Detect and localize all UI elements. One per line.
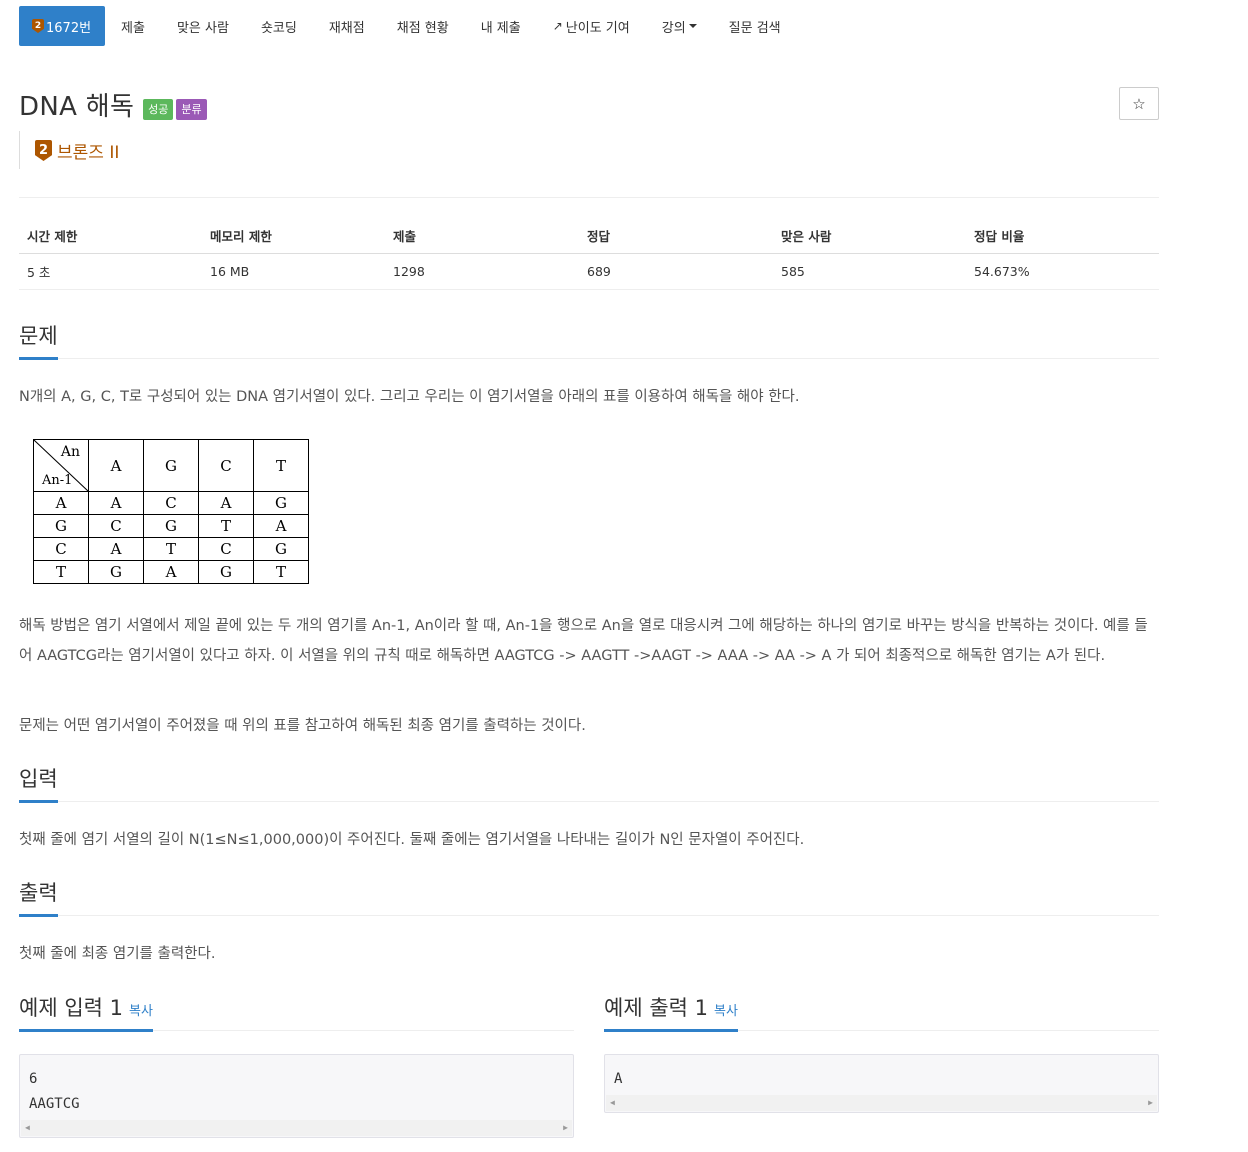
table-cell: C — [143, 491, 199, 515]
tab-problem-label: 1672번 — [46, 20, 92, 36]
category-label[interactable]: 분류 — [176, 99, 207, 120]
tab-lectures[interactable]: 강의 — [646, 6, 713, 46]
row-header: A — [33, 491, 89, 515]
tab-lectures-label: 강의 — [661, 20, 686, 36]
table-cell: G — [198, 560, 254, 584]
stats-header: 제출 — [385, 218, 579, 254]
table-cell: A — [198, 491, 254, 515]
sample-input-line: AAGTCG — [29, 1096, 80, 1112]
dna-decoding-table: An An-1 A G C T A A C A G G C G T A C A … — [33, 439, 309, 584]
tab-difficulty-contribution[interactable]: ↗ 난이도 기여 — [537, 6, 646, 46]
scroll-left-icon[interactable]: ◀ — [25, 1123, 30, 1132]
row-header: C — [33, 537, 89, 561]
bronze-tier-icon: 2 — [32, 19, 44, 33]
copy-sample-output-button[interactable]: 복사 — [714, 1004, 738, 1019]
sample-output-header: 예제 출력 1 복사 — [604, 992, 1159, 1032]
tab-submit[interactable]: 제출 — [105, 6, 161, 46]
table-cell: A — [88, 491, 144, 515]
table-cell: T — [143, 537, 199, 561]
table-cell: G — [88, 560, 144, 584]
problem-task: 문제는 어떤 염기서열이 주어졌을 때 위의 표를 참고하여 해독된 최종 염기… — [19, 718, 586, 734]
column-header: G — [143, 439, 199, 492]
table-cell: C — [88, 514, 144, 538]
sample-input-box[interactable]: 6 AAGTCG ◀ ▶ — [19, 1054, 574, 1138]
table-corner-cell: An An-1 — [33, 439, 89, 492]
table-cell: G — [253, 537, 309, 561]
problem-title-row: DNA 해독 성공 분류 — [19, 86, 207, 123]
stats-value: 585 — [773, 253, 966, 290]
scroll-right-icon[interactable]: ▶ — [563, 1123, 568, 1132]
bronze-tier-icon: 2 — [35, 140, 52, 161]
tab-short-coding[interactable]: 숏코딩 — [245, 6, 313, 46]
table-cell: G — [253, 491, 309, 515]
sample-output-box[interactable]: A ◀ ▶ — [604, 1054, 1159, 1113]
success-label: 성공 — [143, 99, 174, 120]
problem-description: 해독 방법은 염기 서열에서 제일 끝에 있는 두 개의 염기를 An-1, A… — [19, 618, 1148, 664]
sample-input-header: 예제 입력 1 복사 — [19, 992, 574, 1032]
stats-header: 맞은 사람 — [773, 218, 966, 254]
table-cell: C — [198, 537, 254, 561]
output-description: 첫째 줄에 최종 염기를 출력한다. — [19, 946, 216, 962]
sample-input-title-text: 예제 입력 1 — [19, 996, 123, 1020]
stats-value: 1298 — [385, 253, 579, 290]
problem-stats-table: 시간 제한 메모리 제한 제출 정답 맞은 사람 정답 비율 5 초 16 MB… — [19, 218, 1159, 290]
horizontal-scrollbar[interactable]: ◀ ▶ — [21, 1120, 572, 1136]
corner-label-an: An — [60, 444, 80, 460]
stats-header: 시간 제한 — [19, 218, 202, 254]
stats-value: 5 초 — [19, 253, 202, 290]
stats-value: 689 — [579, 253, 773, 290]
problem-intro: N개의 A, G, C, T로 구성되어 있는 DNA 염기서열이 있다. 그리… — [19, 389, 800, 405]
section-title: 입력 — [19, 763, 58, 803]
table-cell: T — [198, 514, 254, 538]
horizontal-scrollbar[interactable]: ◀ ▶ — [606, 1095, 1157, 1111]
sample-input-content: 6 AAGTCG — [20, 1055, 573, 1117]
stats-header: 메모리 제한 — [202, 218, 385, 254]
chevron-down-icon — [688, 24, 697, 28]
section-title: 출력 — [19, 877, 58, 917]
tab-difficulty-label: 난이도 기여 — [565, 20, 630, 36]
tier-block: 2 브론즈 II — [19, 131, 119, 169]
column-header: T — [253, 439, 309, 492]
external-link-icon: ↗ — [552, 19, 563, 33]
corner-label-an-1: An-1 — [42, 473, 73, 488]
tab-status[interactable]: 채점 현황 — [381, 6, 465, 46]
scroll-right-icon[interactable]: ▶ — [1148, 1098, 1153, 1107]
problem-nav: 2 1672번 제출 맞은 사람 숏코딩 재채점 채점 현황 내 제출 ↗ 난이… — [19, 6, 797, 46]
sample-output-content: A — [605, 1055, 1158, 1092]
stats-header: 정답 — [579, 218, 773, 254]
scroll-left-icon[interactable]: ◀ — [610, 1098, 615, 1107]
tab-question-search[interactable]: 질문 검색 — [713, 6, 797, 46]
sample-input-title: 예제 입력 1 복사 — [19, 992, 153, 1032]
table-cell: G — [143, 514, 199, 538]
table-cell: A — [253, 514, 309, 538]
table-cell: A — [88, 537, 144, 561]
input-section-header: 입력 — [19, 763, 1159, 803]
table-cell: T — [253, 560, 309, 584]
sample-input-line: 6 — [29, 1071, 38, 1087]
tab-rejudge[interactable]: 재채점 — [313, 6, 381, 46]
problem-section-header: 문제 — [19, 320, 1159, 360]
sample-output-title: 예제 출력 1 복사 — [604, 992, 738, 1032]
copy-sample-input-button[interactable]: 복사 — [129, 1004, 153, 1019]
sample-output-title-text: 예제 출력 1 — [604, 996, 708, 1020]
row-header: T — [33, 560, 89, 584]
tab-problem[interactable]: 2 1672번 — [19, 6, 106, 46]
stats-header: 정답 비율 — [966, 218, 1159, 254]
table-cell: A — [143, 560, 199, 584]
column-header: C — [198, 439, 254, 492]
tab-my-submissions[interactable]: 내 제출 — [465, 6, 537, 46]
favorite-star-button[interactable]: ☆ — [1119, 87, 1159, 120]
input-description: 첫째 줄에 염기 서열의 길이 N(1≤N≤1,000,000)이 주어진다. … — [19, 832, 805, 848]
stats-value: 54.673% — [966, 253, 1159, 290]
section-title: 문제 — [19, 320, 58, 360]
sample-output-line: A — [614, 1071, 623, 1087]
divider — [19, 197, 1159, 198]
column-header: A — [88, 439, 144, 492]
stats-value: 16 MB — [202, 253, 385, 290]
tab-solvers[interactable]: 맞은 사람 — [161, 6, 245, 46]
tier-name[interactable]: 브론즈 II — [57, 138, 119, 163]
page-title: DNA 해독 — [19, 92, 135, 122]
output-section-header: 출력 — [19, 877, 1159, 917]
row-header: G — [33, 514, 89, 538]
